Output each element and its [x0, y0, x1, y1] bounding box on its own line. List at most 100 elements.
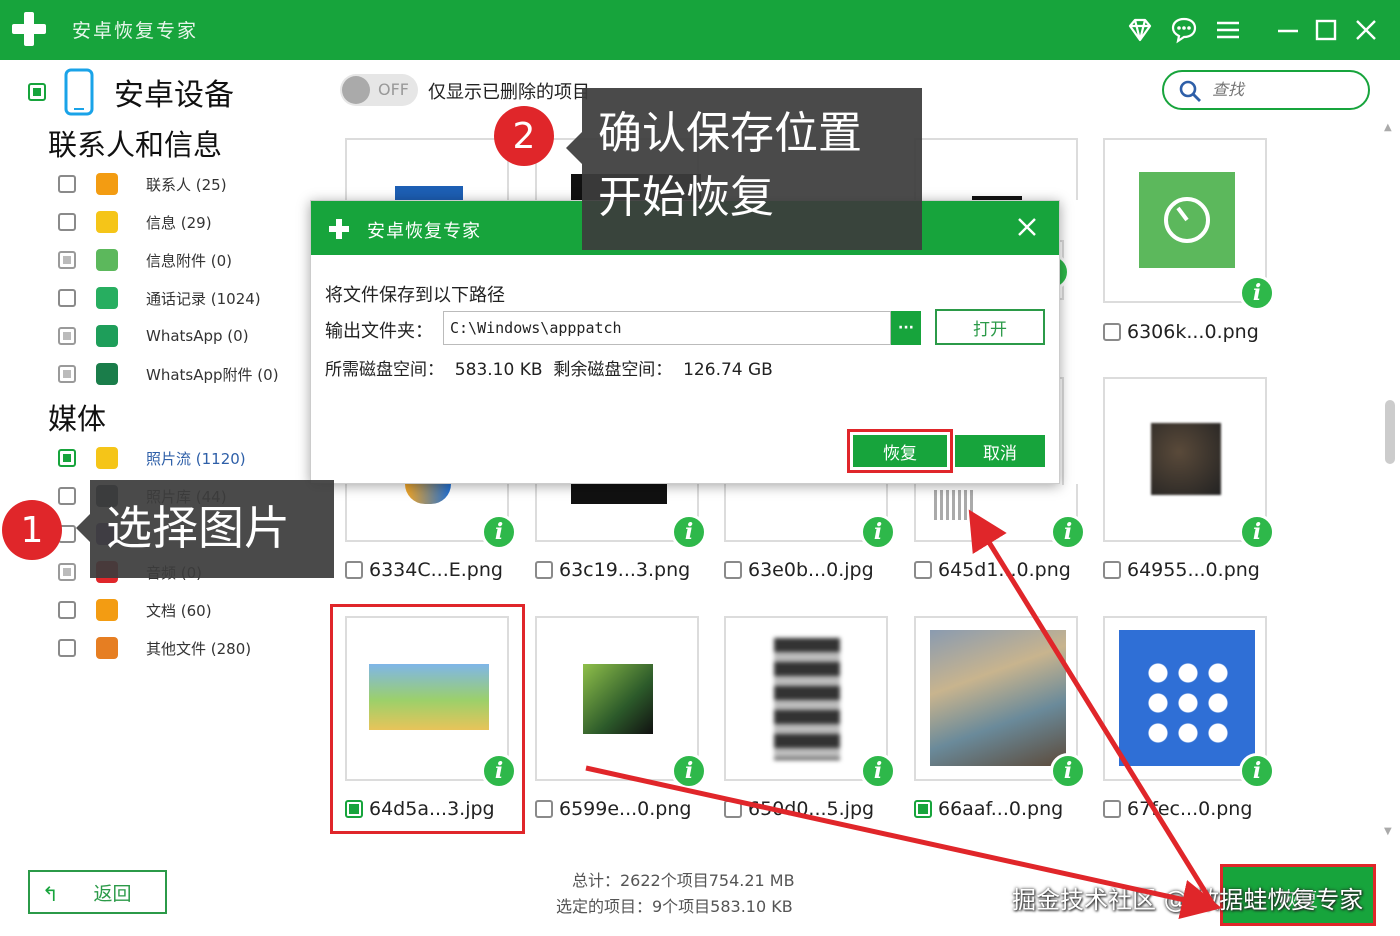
- file-caption[interactable]: 6599e...0.png: [535, 797, 691, 821]
- sidebar-item[interactable]: 其他文件 (280): [58, 634, 251, 662]
- thumbnail-image: [405, 484, 451, 504]
- contacts-icon: [96, 173, 118, 195]
- info-icon[interactable]: i: [671, 753, 707, 789]
- file-caption[interactable]: 645d1...0.png: [914, 558, 1071, 582]
- info-icon[interactable]: i: [1050, 514, 1086, 550]
- file-checkbox[interactable]: [914, 800, 932, 818]
- thumbnail-card[interactable]: i: [914, 484, 1086, 550]
- info-icon[interactable]: i: [860, 753, 896, 789]
- sidebar-item-checkbox[interactable]: [58, 601, 76, 619]
- search-box[interactable]: [1162, 70, 1370, 110]
- scrollbar-thumb[interactable]: [1385, 400, 1395, 464]
- deleted-only-toggle[interactable]: OFF: [340, 74, 418, 106]
- maximize-icon[interactable]: [1310, 14, 1342, 46]
- thumbnail-card[interactable]: i: [1103, 616, 1275, 789]
- thumbnail-card[interactable]: [914, 138, 1078, 202]
- sidebar-item-checkbox[interactable]: [58, 563, 76, 581]
- thumbnail-card[interactable]: [345, 138, 509, 202]
- browse-button[interactable]: ···: [891, 311, 921, 345]
- dialog-prompt: 将文件保存到以下路径: [325, 285, 505, 306]
- sidebar-item[interactable]: 联系人 (25): [58, 170, 227, 198]
- sidebar-item[interactable]: 信息 (29): [58, 208, 212, 236]
- back-button[interactable]: ↰ 返回: [28, 870, 167, 914]
- sidebar-item[interactable]: 照片流 (1120): [58, 444, 246, 472]
- step1-text: 选择图片: [106, 501, 290, 555]
- sidebar-item-checkbox[interactable]: [58, 251, 76, 269]
- file-caption[interactable]: 66aaf...0.png: [914, 797, 1063, 821]
- watermark: 掘金技术社区 @ 数据蛙恢复专家: [1012, 886, 1364, 914]
- info-icon[interactable]: i: [1050, 753, 1086, 789]
- info-icon[interactable]: i: [1239, 514, 1275, 550]
- device-row[interactable]: 安卓设备: [28, 68, 234, 116]
- file-name: 6334C...E.png: [369, 559, 503, 581]
- info-icon[interactable]: i: [481, 514, 517, 550]
- app-title: 安卓恢复专家: [72, 20, 199, 42]
- sidebar-item[interactable]: 通话记录 (1024): [58, 284, 261, 312]
- diamond-icon[interactable]: [1124, 14, 1156, 46]
- file-checkbox[interactable]: [724, 561, 742, 579]
- sidebar-item-checkbox[interactable]: [58, 639, 76, 657]
- sidebar-item[interactable]: 信息附件 (0): [58, 246, 232, 274]
- sidebar-item-checkbox[interactable]: [58, 327, 76, 345]
- sidebar-item-checkbox[interactable]: [58, 365, 76, 383]
- sidebar-item[interactable]: WhatsApp附件 (0): [58, 360, 279, 388]
- section-contacts-heading: 联系人和信息: [48, 128, 223, 162]
- sidebar-item[interactable]: 文档 (60): [58, 596, 212, 624]
- sidebar-item-checkbox[interactable]: [58, 175, 76, 193]
- menu-icon[interactable]: [1212, 14, 1244, 46]
- step2-callout: 确认保存位置 开始恢复: [566, 88, 922, 250]
- info-icon[interactable]: i: [1239, 753, 1275, 789]
- file-caption[interactable]: 6334C...E.png: [345, 558, 503, 582]
- thumbnail-card[interactable]: i: [535, 616, 707, 789]
- minimize-icon[interactable]: [1272, 14, 1304, 46]
- dialog-recover-button[interactable]: 恢复: [847, 429, 953, 473]
- chat-icon[interactable]: [1168, 14, 1200, 46]
- sidebar-item-label: 联系人 (25): [146, 175, 227, 194]
- sidebar-item[interactable]: WhatsApp (0): [58, 322, 249, 350]
- callout-pointer: [566, 132, 582, 164]
- dialog-close-icon[interactable]: [1013, 213, 1041, 241]
- file-checkbox[interactable]: [1103, 561, 1121, 579]
- file-checkbox[interactable]: [1103, 800, 1121, 818]
- thumbnail-card[interactable]: i: [1103, 377, 1275, 550]
- file-checkbox[interactable]: [914, 561, 932, 579]
- back-arrow-icon: ↰: [42, 882, 59, 906]
- thumbnail-card[interactable]: i: [914, 616, 1086, 789]
- thumbnail-card[interactable]: i: [1103, 138, 1275, 311]
- close-icon[interactable]: [1350, 14, 1382, 46]
- sidebar-item-checkbox[interactable]: [58, 213, 76, 231]
- file-caption[interactable]: 6306k...0.png: [1103, 320, 1259, 344]
- file-caption[interactable]: 63c19...3.png: [535, 558, 690, 582]
- file-caption[interactable]: 67fec...0.png: [1103, 797, 1252, 821]
- search-input[interactable]: [1212, 78, 1362, 104]
- info-icon[interactable]: i: [860, 514, 896, 550]
- thumbnail-card[interactable]: i: [535, 484, 707, 550]
- thumbnail-card[interactable]: i: [345, 484, 517, 550]
- device-checkbox[interactable]: [28, 83, 46, 101]
- sidebar-item-checkbox[interactable]: [58, 487, 76, 505]
- info-icon[interactable]: i: [1239, 275, 1275, 311]
- info-icon[interactable]: i: [671, 514, 707, 550]
- sidebar-item-checkbox[interactable]: [58, 289, 76, 307]
- file-caption[interactable]: 650d0...5.jpg: [724, 797, 874, 821]
- other-files-icon: [96, 637, 118, 659]
- file-name: 63c19...3.png: [559, 559, 691, 581]
- scroll-up-icon[interactable]: ▲: [1384, 122, 1392, 133]
- file-checkbox[interactable]: [345, 561, 363, 579]
- file-caption[interactable]: 63e0b...0.jpg: [724, 558, 874, 582]
- file-checkbox[interactable]: [535, 561, 553, 579]
- thumbnail-card[interactable]: i: [724, 484, 896, 550]
- open-folder-button[interactable]: 打开: [935, 309, 1045, 345]
- dialog-cancel-button[interactable]: 取消: [955, 435, 1045, 467]
- file-caption[interactable]: 64955...0.png: [1103, 558, 1260, 582]
- file-checkbox[interactable]: [1103, 323, 1121, 341]
- scroll-down-icon[interactable]: ▼: [1384, 826, 1392, 837]
- search-icon: [1179, 80, 1201, 102]
- sidebar-item-checkbox[interactable]: [58, 449, 76, 467]
- file-checkbox[interactable]: [724, 800, 742, 818]
- file-name: 650d0...5.jpg: [748, 798, 875, 820]
- call-log-icon: [96, 287, 118, 309]
- file-checkbox[interactable]: [535, 800, 553, 818]
- thumbnail-card[interactable]: i: [724, 616, 896, 789]
- output-path-input[interactable]: [443, 311, 891, 345]
